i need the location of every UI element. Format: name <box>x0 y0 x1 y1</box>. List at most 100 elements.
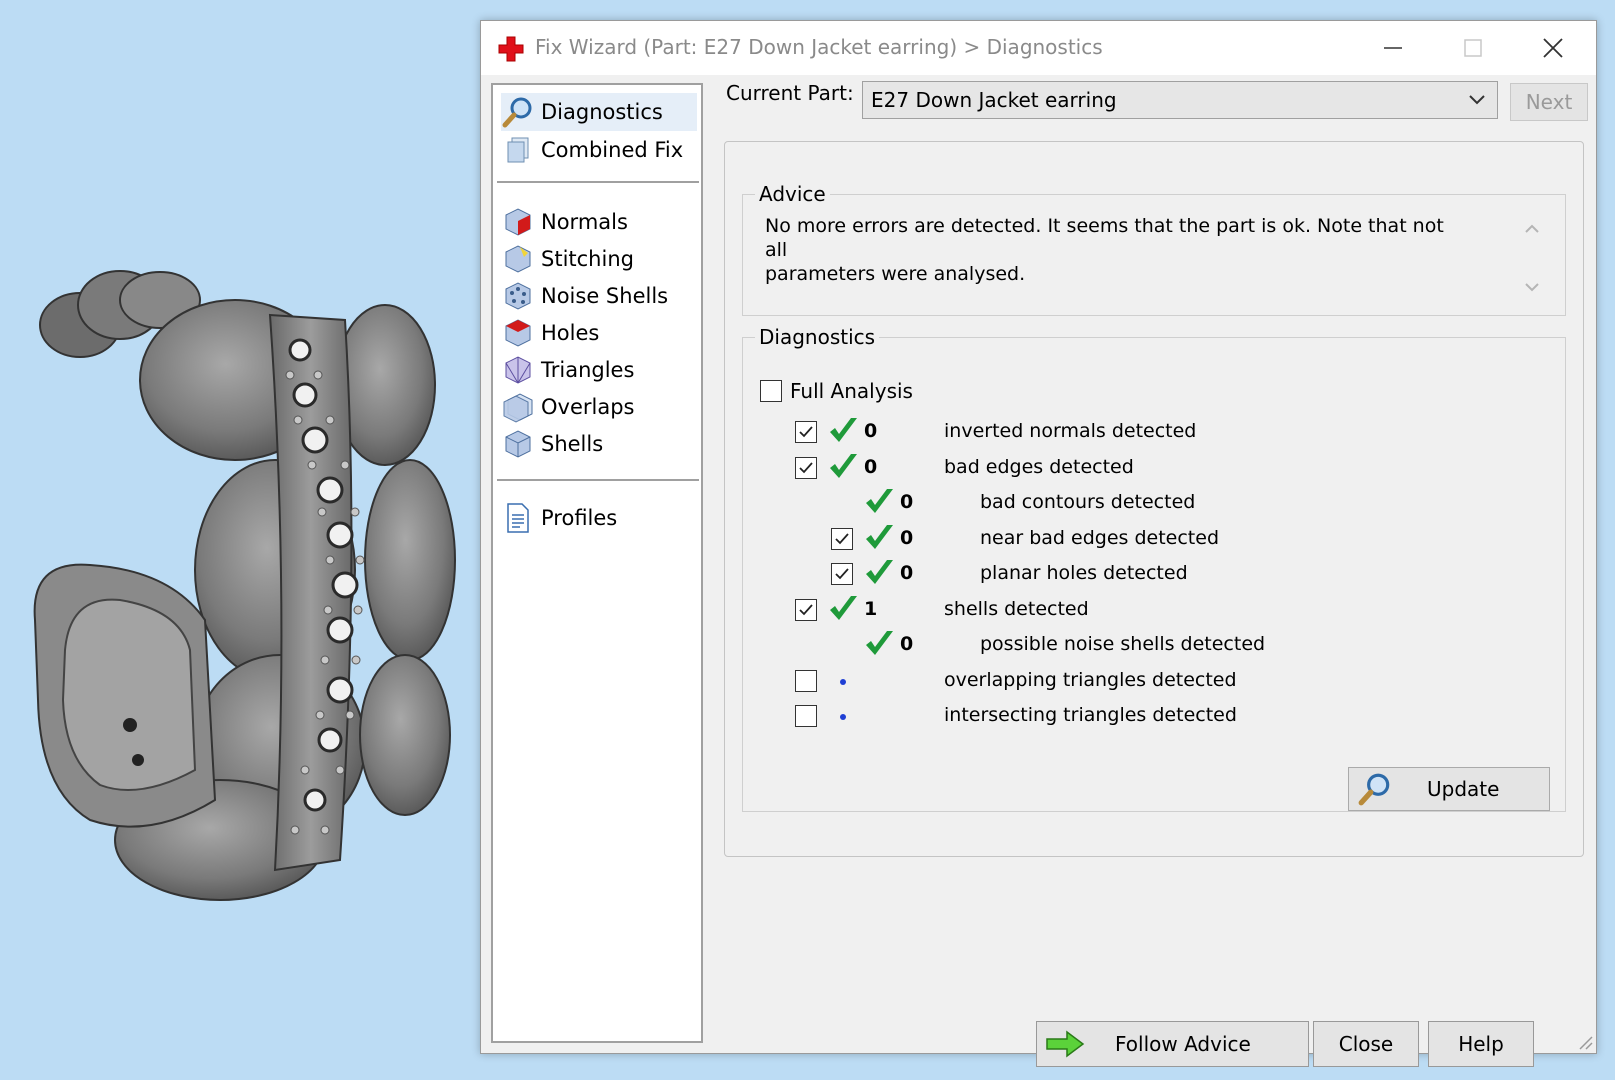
diagnostic-count: 0 <box>900 633 914 655</box>
earring-model <box>33 270 456 901</box>
checkbox-tick-icon <box>835 532 849 544</box>
green-check-icon <box>830 595 857 620</box>
sidebar-separator <box>497 479 699 481</box>
sidebar-item-label: Stitching <box>541 247 634 271</box>
pending-dot-icon <box>840 678 846 685</box>
diagnostic-checkbox[interactable] <box>795 669 817 692</box>
diagnostic-count: 0 <box>900 562 914 584</box>
green-check-icon <box>830 453 857 478</box>
current-part-dropdown[interactable]: E27 Down Jacket earring <box>862 81 1498 119</box>
minimize-icon <box>1384 47 1402 49</box>
sidebar-item-label: Combined Fix <box>541 138 684 162</box>
diagnostic-label: overlapping triangles detected <box>944 668 1237 691</box>
sidebar-separator <box>497 181 699 183</box>
resize-grip[interactable] <box>1576 1033 1594 1051</box>
diagnostic-label: inverted normals detected <box>944 420 1197 442</box>
sidebar-item-overlaps[interactable]: Overlaps <box>501 388 697 426</box>
full-analysis-label: Full Analysis <box>790 379 913 403</box>
title-bar[interactable]: Fix Wizard (Part: E27 Down Jacket earrin… <box>481 21 1596 75</box>
close-icon <box>1543 38 1563 58</box>
pending-dot-icon <box>840 714 846 720</box>
document-icon <box>501 501 535 535</box>
diagnostics-legend: Diagnostics <box>759 325 876 349</box>
wizard-sidebar: Diagnostics Combined Fix Normals Stitchi… <box>491 83 703 1043</box>
update-button-label: Update <box>1427 777 1500 801</box>
triangles-cube-icon <box>501 353 535 387</box>
green-check-icon <box>830 418 857 442</box>
fix-wizard-dialog: Fix Wizard (Part: E27 Down Jacket earrin… <box>480 20 1597 1067</box>
window-title: Fix Wizard (Part: E27 Down Jacket earrin… <box>535 35 1103 59</box>
magnifier-icon <box>501 95 535 129</box>
checkbox-tick-icon <box>799 603 813 615</box>
diagnostic-checkbox[interactable] <box>795 456 817 479</box>
green-check-icon <box>866 631 893 655</box>
minimize-button[interactable] <box>1353 21 1433 75</box>
maximize-button[interactable] <box>1433 21 1513 75</box>
maximize-icon <box>1464 39 1482 57</box>
sidebar-item-label: Noise Shells <box>541 284 669 308</box>
green-check-icon <box>866 489 893 513</box>
sidebar-item-label: Overlaps <box>541 395 635 419</box>
overlaps-cube-icon <box>501 390 535 424</box>
follow-advice-button[interactable]: Follow Advice <box>1036 1021 1309 1067</box>
diagnostic-label: near bad edges detected <box>980 526 1220 549</box>
diagnostic-count: 0 <box>864 420 878 442</box>
diagnostic-checkbox[interactable] <box>795 598 817 621</box>
sidebar-item-profiles[interactable]: Profiles <box>501 499 697 537</box>
advice-legend: Advice <box>759 182 826 206</box>
green-check-icon <box>866 524 893 549</box>
green-check-icon <box>866 560 893 584</box>
update-button[interactable]: Update <box>1348 767 1550 811</box>
diagnostic-label: shells detected <box>944 597 1089 620</box>
diagnostic-checkbox[interactable] <box>831 527 853 550</box>
magnifier-icon <box>1357 771 1397 807</box>
sidebar-item-stitching[interactable]: Stitching <box>501 240 697 278</box>
sidebar-item-label: Diagnostics <box>541 100 663 124</box>
diagnostic-label: bad contours detected <box>980 491 1196 513</box>
advice-text: No more errors are detected. It seems th… <box>765 215 1444 285</box>
checkbox-tick-icon <box>799 461 813 473</box>
sidebar-item-holes[interactable]: Holes <box>501 314 697 352</box>
diagnostic-label: planar holes detected <box>980 562 1188 584</box>
checkbox-tick-icon <box>799 426 813 438</box>
diagnostic-checkbox[interactable] <box>795 421 817 443</box>
diagnostic-label: intersecting triangles detected <box>944 704 1237 726</box>
3d-model-viewport[interactable] <box>0 0 470 1080</box>
checkbox-tick-icon <box>835 568 849 580</box>
sidebar-item-combined-fix[interactable]: Combined Fix <box>501 131 697 169</box>
sidebar-item-triangles[interactable]: Triangles <box>501 351 697 389</box>
diagnostic-label: possible noise shells detected <box>980 633 1266 655</box>
diagnostic-count: 0 <box>900 491 914 513</box>
sidebar-item-shells[interactable]: Shells <box>501 425 697 463</box>
sidebar-item-label: Shells <box>541 432 604 456</box>
chevron-down-icon <box>1457 82 1497 118</box>
sidebar-item-diagnostics[interactable]: Diagnostics <box>501 93 697 131</box>
sidebar-item-noise-shells[interactable]: Noise Shells <box>501 277 697 315</box>
diagnostic-label: bad edges detected <box>944 455 1134 478</box>
combined-fix-icon <box>501 133 535 167</box>
red-cross-icon <box>498 36 524 62</box>
sidebar-item-label: Triangles <box>541 358 635 382</box>
sidebar-item-normals[interactable]: Normals <box>501 203 697 241</box>
diagnostic-count: 0 <box>864 455 878 478</box>
current-part-value: E27 Down Jacket earring <box>871 88 1117 112</box>
advice-scrollbar[interactable] <box>1518 214 1546 302</box>
close-button[interactable]: Close <box>1313 1021 1419 1067</box>
diagnostic-count: 0 <box>900 526 914 549</box>
help-button[interactable]: Help <box>1428 1021 1534 1067</box>
stitching-cube-icon <box>501 242 535 276</box>
next-button[interactable]: Next <box>1510 83 1588 121</box>
sidebar-item-label: Holes <box>541 321 600 345</box>
shells-cube-icon <box>501 427 535 461</box>
noise-shells-cube-icon <box>501 279 535 313</box>
diagnostic-checkbox[interactable] <box>831 563 853 585</box>
follow-advice-label: Follow Advice <box>1115 1032 1251 1056</box>
diagnostic-checkbox[interactable] <box>795 705 817 727</box>
current-part-label: Current Part: <box>726 81 854 105</box>
advice-group: Advice No more errors are detected. It s… <box>742 182 1566 316</box>
window-close-button[interactable] <box>1513 21 1593 75</box>
diagnostics-group: Diagnostics Full Analysis 0 inverted norm… <box>742 325 1566 812</box>
normals-cube-icon <box>501 205 535 239</box>
full-analysis-checkbox[interactable] <box>760 380 782 402</box>
green-arrow-icon <box>1045 1030 1089 1058</box>
